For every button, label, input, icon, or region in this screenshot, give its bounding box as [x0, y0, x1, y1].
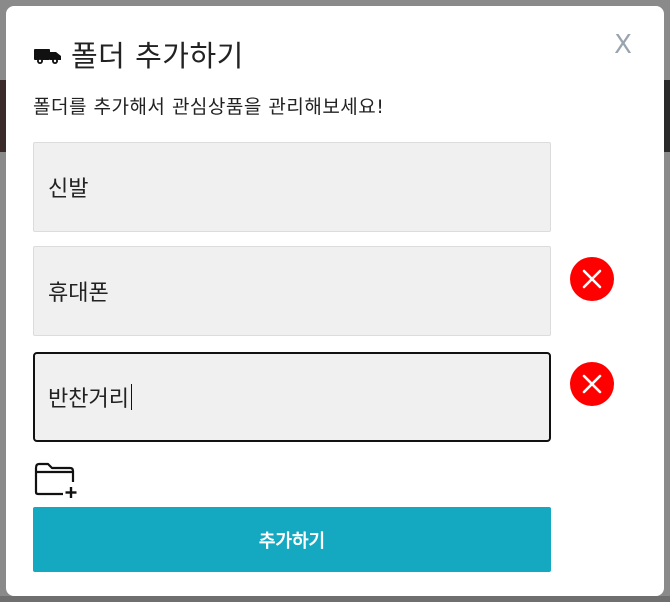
folder-name-input-2[interactable]: 휴대폰 — [33, 246, 551, 336]
remove-circle-x-icon — [582, 374, 602, 394]
folder-name-value: 신발 — [48, 177, 89, 202]
close-button[interactable]: X — [610, 30, 636, 60]
backdrop-strip-bottom — [0, 596, 670, 602]
folder-plus-icon[interactable] — [33, 458, 81, 500]
folder-name-value: 반찬거리 — [48, 387, 129, 412]
add-folder-dialog: 폴더 추가하기 X 폴더를 추가해서 관심상품을 관리해보세요! 신발 휴대폰 … — [6, 6, 664, 596]
dialog-subtitle: 폴더를 추가해서 관심상품을 관리해보세요! — [33, 96, 385, 118]
text-caret — [130, 384, 133, 410]
add-folder-submit-button[interactable]: 추가하기 — [33, 507, 551, 572]
remove-circle-x-icon — [582, 269, 602, 289]
remove-folder-button-3[interactable] — [570, 362, 614, 406]
folder-name-input-1[interactable]: 신발 — [33, 142, 551, 232]
folder-name-value: 휴대폰 — [48, 281, 109, 306]
folder-name-input-3[interactable]: 반찬거리 — [33, 352, 551, 442]
remove-folder-button-2[interactable] — [570, 257, 614, 301]
truck-icon — [33, 43, 63, 65]
dialog-header: 폴더 추가하기 — [33, 34, 244, 74]
dialog-title: 폴더 추가하기 — [71, 39, 244, 73]
